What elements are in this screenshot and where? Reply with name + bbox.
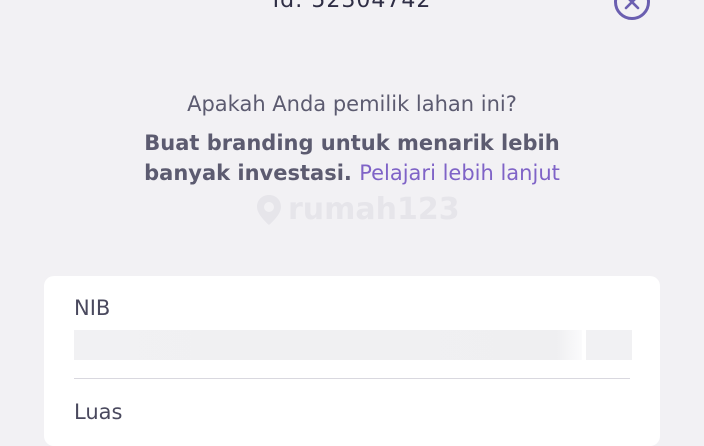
location-pin-icon <box>257 194 281 225</box>
learn-more-link[interactable]: Pelajari lebih lanjut <box>359 161 560 185</box>
nib-label: NIB <box>74 296 111 320</box>
divider <box>74 378 630 379</box>
owner-question: Apakah Anda pemilik lahan ini? <box>187 92 517 116</box>
property-details-card: NIB Luas <box>44 276 660 446</box>
close-icon <box>624 0 640 10</box>
listing-id: Id: 52304742 <box>272 0 432 13</box>
luas-label: Luas <box>74 400 123 424</box>
branding-prompt: Buat branding untuk menarik lebih banyak… <box>100 128 604 188</box>
close-button[interactable] <box>614 0 650 20</box>
rumah123-watermark: rumah123 <box>256 192 460 227</box>
nib-value-placeholder <box>74 330 582 360</box>
watermark-text: rumah123 <box>288 192 460 227</box>
nib-value-placeholder-end <box>586 330 632 360</box>
